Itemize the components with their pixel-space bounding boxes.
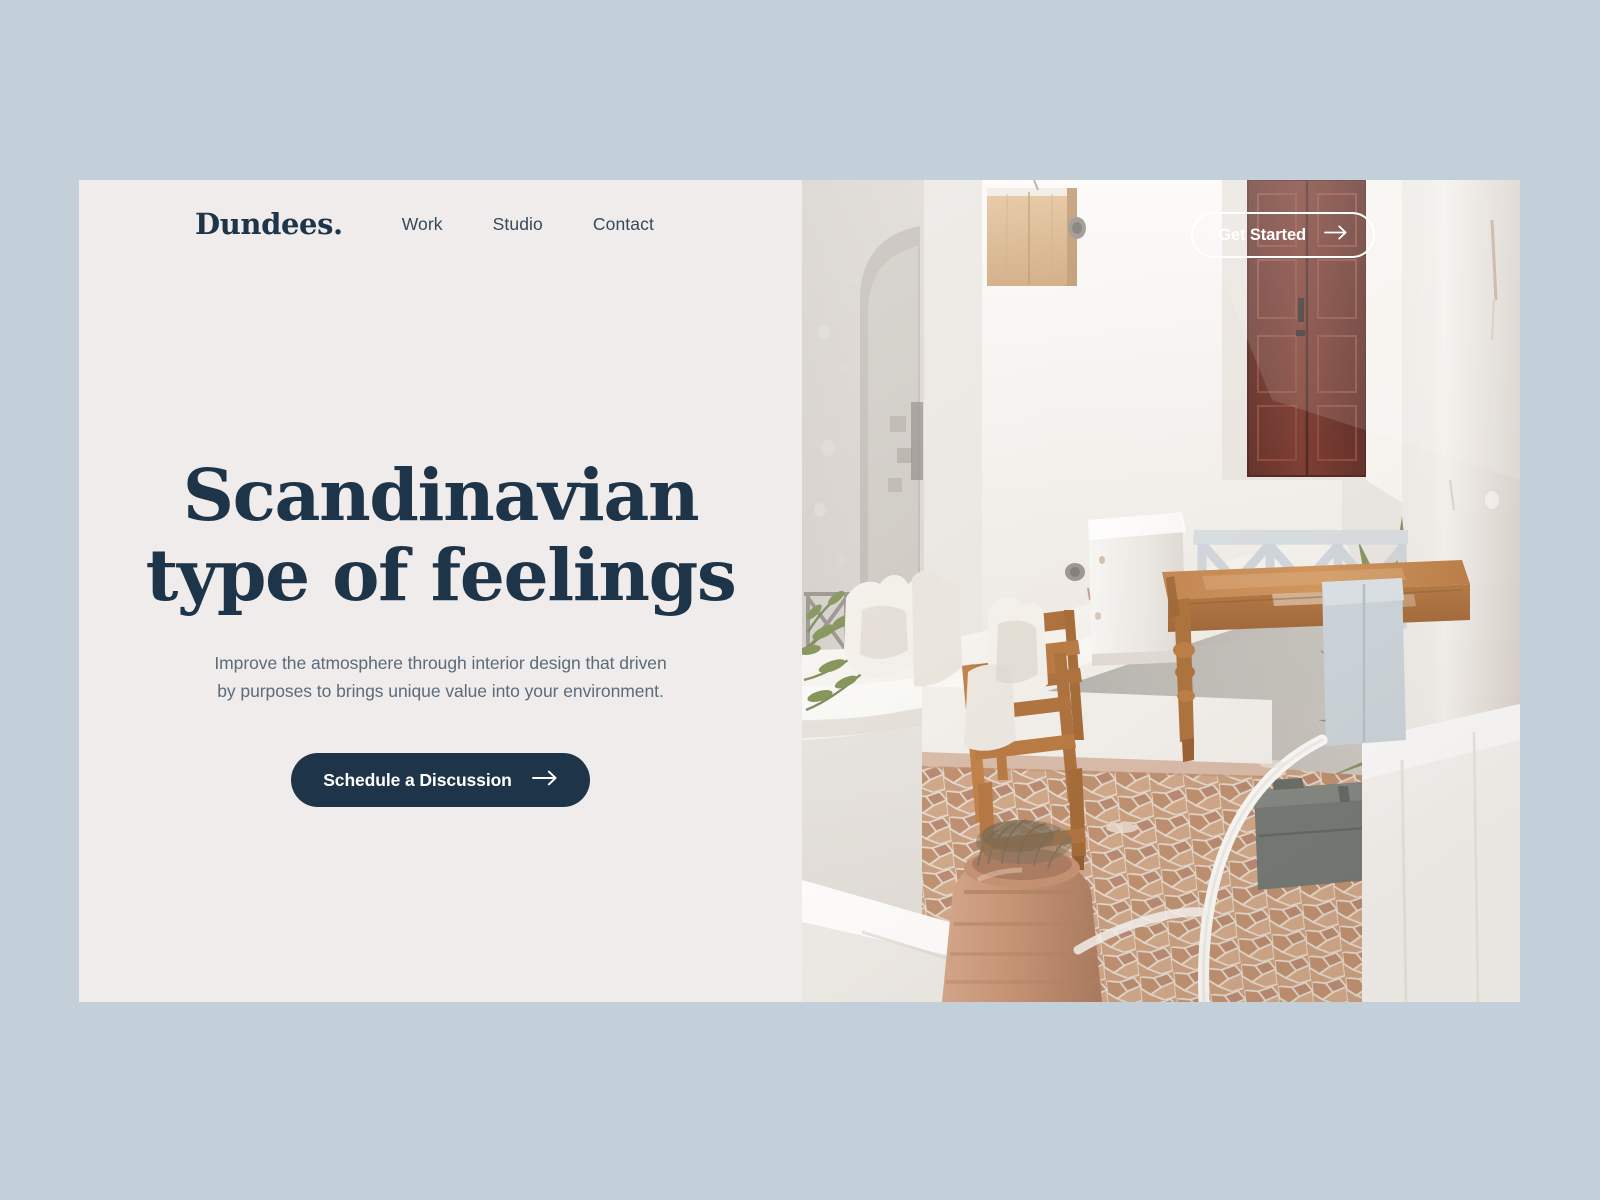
hero-photo: Get Started bbox=[802, 180, 1520, 1002]
courtyard-photograph bbox=[802, 180, 1520, 1002]
hero-card: Dundees. Work Studio Contact Scandinavia… bbox=[79, 180, 1520, 1002]
get-started-button[interactable]: Get Started bbox=[1191, 212, 1375, 258]
hero-body: Scandinavian type of feelings Improve th… bbox=[79, 453, 802, 808]
headline-line-1: Scandinavian bbox=[182, 453, 700, 537]
hero-subcopy: Improve the atmosphere through interior … bbox=[214, 653, 667, 701]
schedule-discussion-label: Schedule a Discussion bbox=[323, 769, 512, 790]
nav-item-contact[interactable]: Contact bbox=[593, 214, 654, 235]
content-panel: Dundees. Work Studio Contact Scandinavia… bbox=[79, 180, 802, 1002]
headline-line-2: type of feelings bbox=[145, 532, 737, 617]
get-started-label: Get Started bbox=[1218, 225, 1306, 244]
nav-item-work[interactable]: Work bbox=[402, 214, 443, 235]
nav-links: Work Studio Contact bbox=[402, 214, 654, 235]
nav-item-studio[interactable]: Studio bbox=[493, 214, 543, 235]
navbar: Dundees. Work Studio Contact bbox=[195, 210, 654, 239]
arrow-right-icon bbox=[531, 770, 558, 791]
page-title: Scandinavian type of feelings bbox=[121, 453, 760, 617]
arrow-right-icon bbox=[1324, 225, 1348, 245]
brand-logo[interactable]: Dundees. bbox=[195, 210, 343, 239]
schedule-discussion-button[interactable]: Schedule a Discussion bbox=[291, 753, 590, 808]
